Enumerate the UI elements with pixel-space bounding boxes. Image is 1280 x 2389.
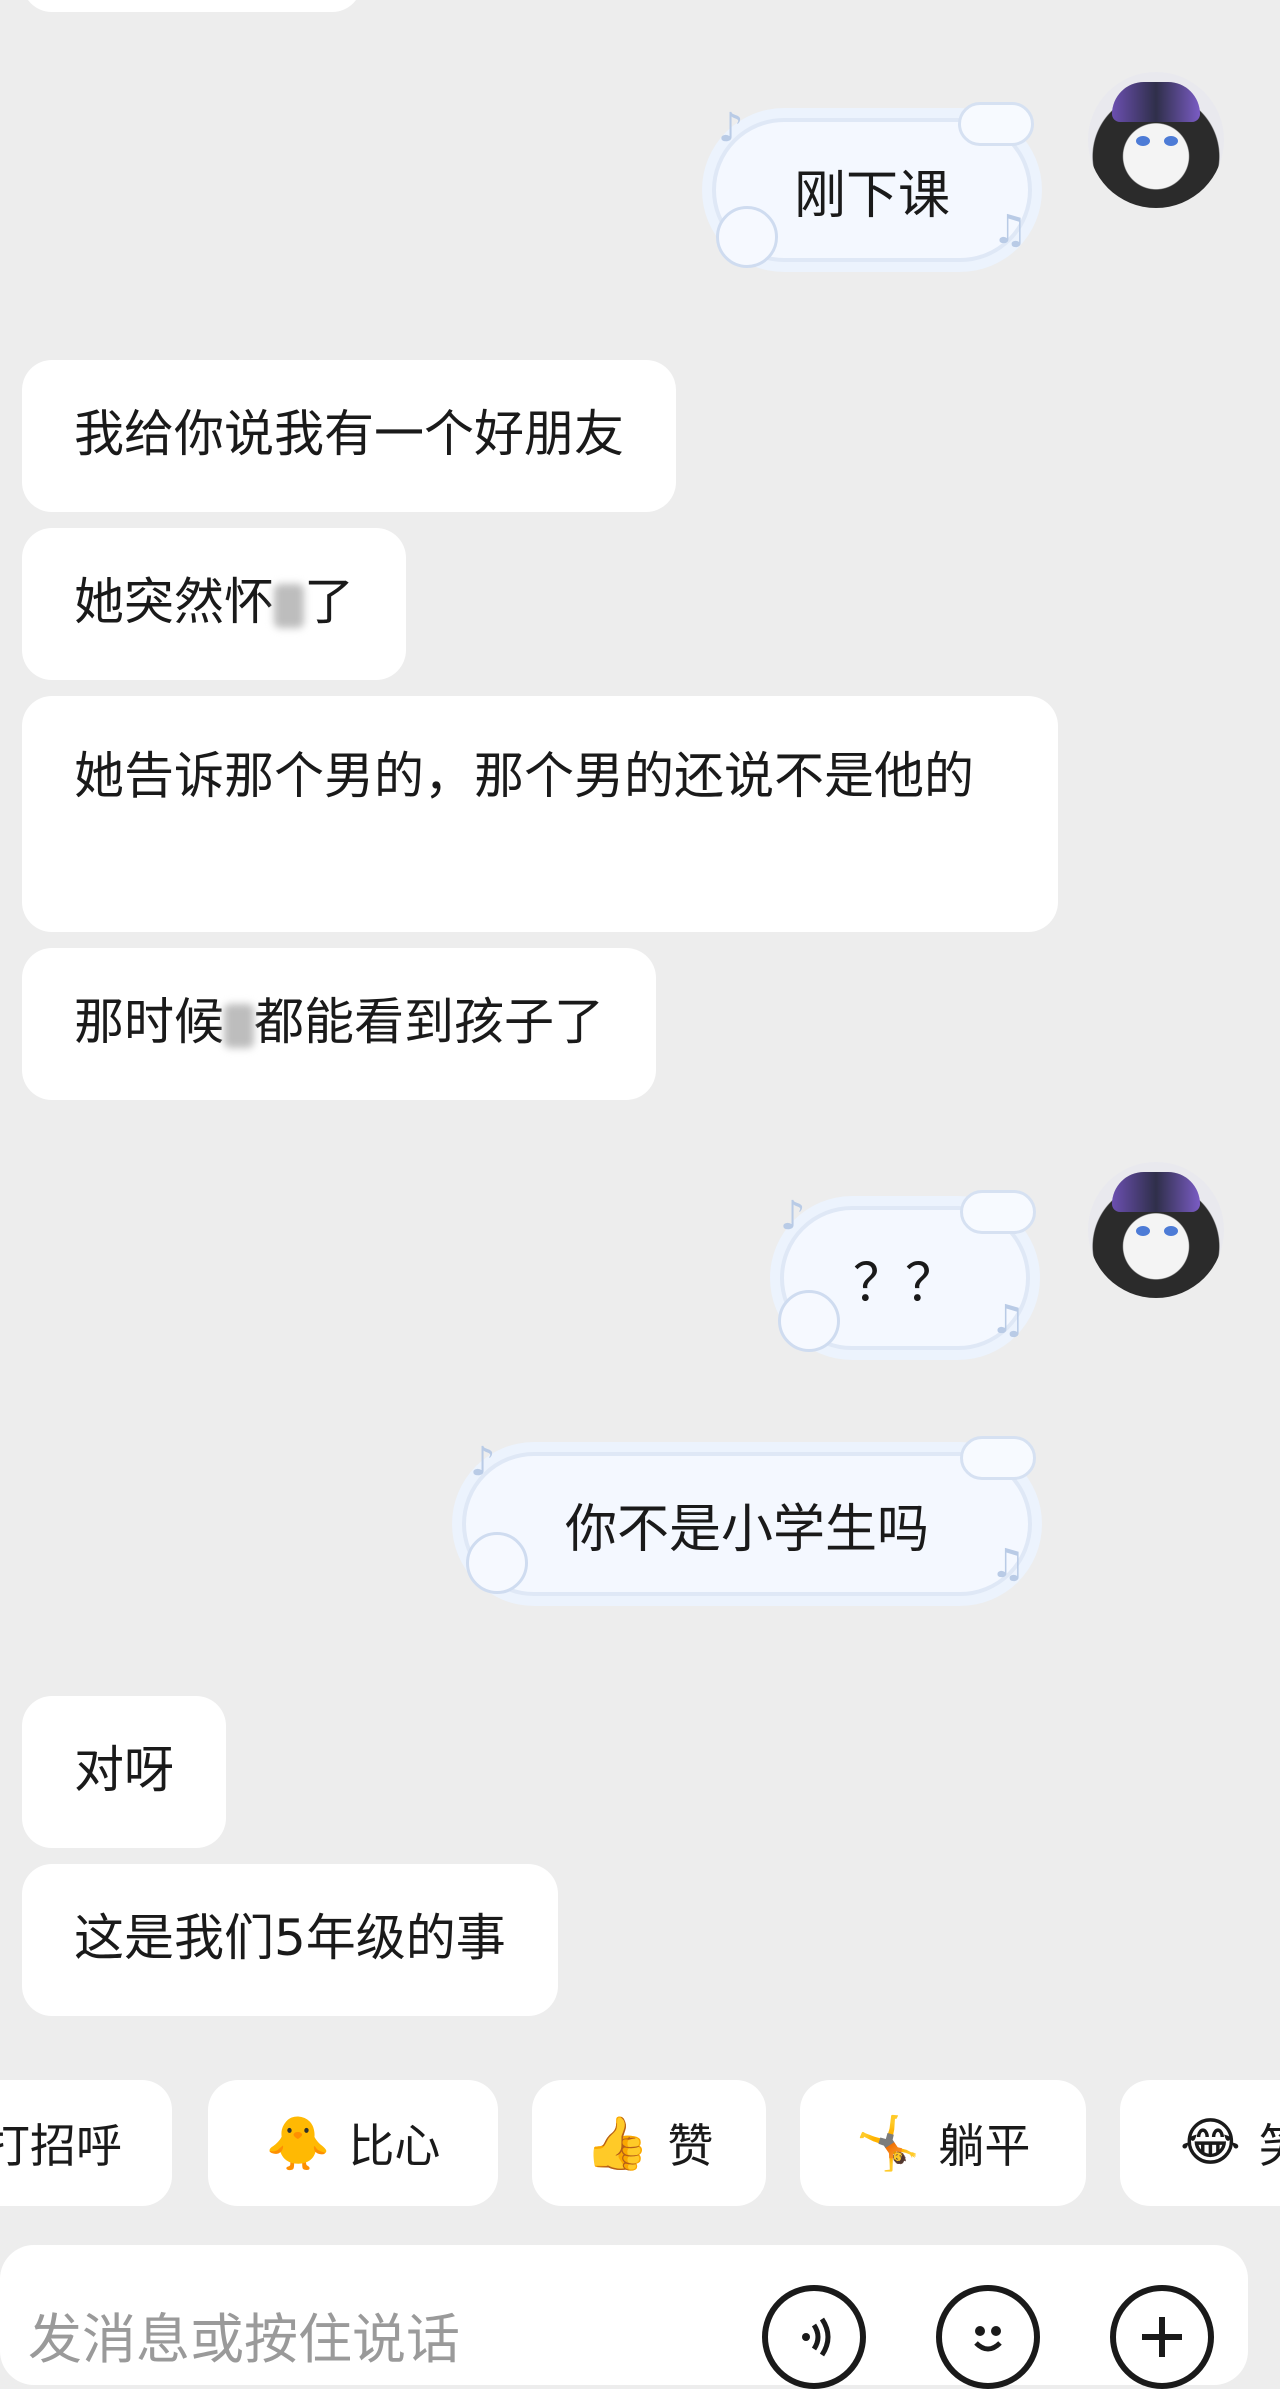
quick-reply-lie-flat[interactable]: 🤸 躺平	[800, 2080, 1086, 2206]
message-text: 这是我们5年级的事	[74, 1909, 506, 1967]
quick-reply-like[interactable]: 👍 赞	[532, 2080, 766, 2206]
plus-icon[interactable]	[1110, 2285, 1214, 2389]
bear-sticker-icon	[716, 206, 778, 268]
message-text: 了	[304, 573, 354, 631]
music-note-icon: ♫	[990, 1297, 1026, 1343]
avatar-eye	[1164, 1226, 1178, 1236]
chip-label: 打招呼	[0, 2119, 122, 2173]
cloud-icon	[960, 1436, 1036, 1480]
message-bubble-left[interactable]: 对呀	[22, 1696, 226, 1848]
message-text: ？？	[852, 1253, 957, 1314]
quick-reply-heart[interactable]: 🐥 比心	[208, 2080, 498, 2206]
avatar-eye	[1136, 136, 1150, 146]
message-bubble-right[interactable]: 你不是小学生吗	[462, 1452, 1032, 1596]
chip-label: 比心	[348, 2119, 441, 2173]
message-bubble-left[interactable]: 这是我们5年级的事	[22, 1864, 558, 2016]
blurred-text	[274, 583, 304, 628]
voice-wave-icon	[802, 2317, 831, 2357]
self-avatar[interactable]	[1088, 72, 1224, 208]
avatar-eye	[1136, 1226, 1150, 1236]
cloud-icon	[958, 102, 1034, 146]
music-note-icon: ♪	[780, 1193, 806, 1239]
message-bubble-left[interactable]: 那时候 都能看到孩子了	[22, 948, 656, 1100]
message-text: 那时候	[74, 993, 224, 1051]
bear-sticker-icon	[466, 1532, 528, 1594]
message-text: 她突然怀	[74, 573, 274, 631]
quick-reply-laugh[interactable]: 😂 笑	[1120, 2080, 1280, 2206]
music-note-icon: ♪	[470, 1439, 496, 1485]
blurred-text	[224, 1003, 254, 1048]
self-avatar[interactable]	[1088, 1162, 1224, 1298]
previous-message-bubble	[22, 0, 362, 12]
avatar-hair	[1112, 1172, 1200, 1212]
smiley-icon	[974, 2326, 1002, 2352]
message-text: 你不是小学生吗	[564, 1499, 929, 1560]
avatar-hair	[1112, 82, 1200, 122]
chip-label: 躺平	[938, 2119, 1031, 2173]
message-text: 对呀	[74, 1741, 174, 1799]
heart-hands-emoji-icon: 🐥	[265, 2113, 331, 2174]
message-input-bar[interactable]: 发消息或按住说话	[0, 2245, 1248, 2389]
message-bubble-left[interactable]: 她突然怀了	[22, 528, 406, 680]
message-text: 刚下课	[793, 165, 950, 226]
thumbs-up-emoji-icon: 👍	[584, 2113, 650, 2174]
lying-flat-emoji-icon: 🤸	[855, 2113, 921, 2174]
message-text: 她告诉那个男的，那个男的还说不是他的	[74, 747, 974, 805]
message-input[interactable]: 发消息或按住说话	[28, 2295, 460, 2374]
chip-label: 赞	[667, 2119, 714, 2173]
quick-reply-greet[interactable]: 打招呼	[0, 2080, 172, 2206]
laughing-emoji-icon: 😂	[1180, 2113, 1241, 2173]
chip-label: 笑	[1259, 2110, 1280, 2176]
message-bubble-left[interactable]: 她告诉那个男的，那个男的还说不是他的	[22, 696, 1058, 932]
bear-sticker-icon	[778, 1290, 840, 1352]
avatar-eye	[1164, 136, 1178, 146]
voice-icon[interactable]	[762, 2285, 866, 2389]
emoji-face-icon[interactable]	[936, 2285, 1040, 2389]
music-note-icon: ♫	[990, 1541, 1026, 1587]
music-note-icon: ♫	[992, 207, 1028, 253]
plus-sign-icon	[1142, 2317, 1182, 2357]
message-text: 我给你说我有一个好朋友	[74, 405, 624, 463]
music-note-icon: ♪	[718, 105, 744, 151]
quick-reply-bar: 打招呼 🐥 比心 👍 赞 🤸 躺平 😂 笑	[0, 2080, 1280, 2206]
message-text: 都能看到孩子了	[254, 993, 604, 1051]
cloud-icon	[960, 1190, 1036, 1234]
message-bubble-left[interactable]: 我给你说我有一个好朋友	[22, 360, 676, 512]
